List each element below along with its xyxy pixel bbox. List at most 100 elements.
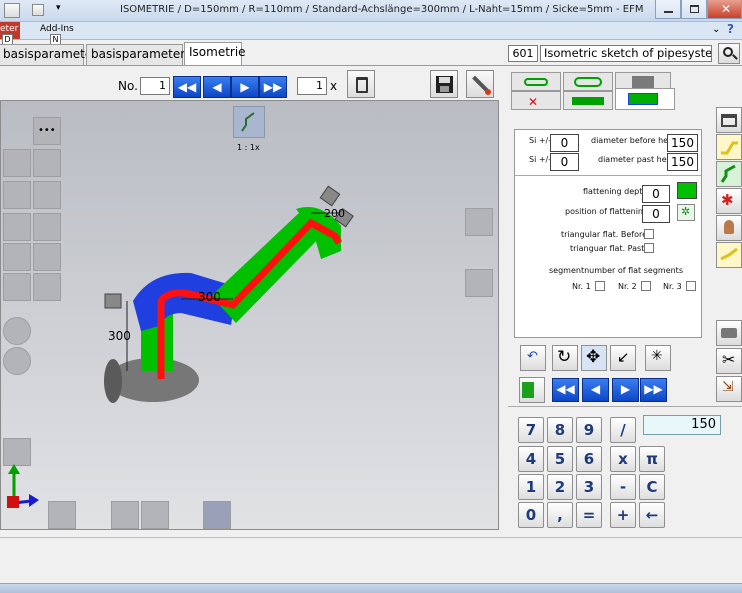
key-equals[interactable]: = [576, 502, 602, 528]
isometric-viewport[interactable]: 1 : 1x ••• 300 300 200 [0, 100, 499, 530]
tab-basisparameters-1[interactable]: basisparameters [0, 44, 103, 65]
ribbon-tab-add-ins[interactable]: Add-Ins [40, 24, 74, 34]
app-menu-icon[interactable] [4, 3, 20, 18]
key-pi[interactable]: π [639, 446, 665, 472]
key-multiply[interactable]: x [610, 446, 636, 472]
nr1-label: Nr. 1 [572, 282, 591, 291]
save-button[interactable] [430, 70, 458, 98]
rotate-button[interactable]: ↻ [552, 345, 578, 371]
panel-tab-2[interactable] [563, 72, 613, 91]
key-clear[interactable]: C [639, 474, 665, 500]
key-8[interactable]: 8 [547, 417, 573, 443]
sketch-title-field[interactable]: Isometric sketch of pipesystem [540, 45, 712, 62]
path-tool-button-3[interactable] [716, 242, 742, 268]
undo-button[interactable]: ↶ [520, 345, 546, 371]
panel-last-icon: ▶▶ [644, 382, 663, 396]
key-2[interactable]: 2 [547, 474, 573, 500]
window-title: ISOMETRIE / D=150mm / R=110mm / Standard… [120, 4, 644, 15]
flattening-depth-label: flattening depth [583, 187, 648, 196]
cut-button[interactable]: ✂ [716, 348, 742, 374]
key-backspace[interactable]: ← [639, 502, 665, 528]
panel-previous-button[interactable]: ◀ [582, 378, 609, 402]
close-button[interactable]: ✕ [707, 0, 742, 19]
position-picker-button[interactable]: ✲ [677, 204, 695, 221]
key-5[interactable]: 5 [547, 446, 573, 472]
select-tool-button[interactable] [519, 377, 545, 403]
last-button[interactable]: ▶▶ [259, 76, 287, 98]
ribbon-bar: eter Add-Ins D N ⌄ ? [0, 22, 742, 45]
key-4[interactable]: 4 [518, 446, 544, 472]
tri-before-checkbox[interactable] [644, 229, 654, 239]
path-flat-icon [720, 247, 738, 261]
panel-tab-1[interactable] [511, 72, 561, 91]
path-green-icon [720, 164, 736, 183]
previous-button[interactable]: ◀ [203, 76, 231, 98]
ribbon-tab-parameter[interactable]: eter [0, 24, 18, 34]
quick-access-dropdown-icon[interactable]: ▾ [56, 3, 61, 13]
segment-label: segmentnumber of flat segments [549, 266, 683, 275]
quick-access-icon[interactable] [32, 4, 44, 16]
panel-tab-4[interactable]: ✕ [511, 91, 561, 110]
panel-tab-5[interactable] [563, 91, 613, 110]
exit-button[interactable]: ⇲ [716, 376, 742, 402]
key-divide[interactable]: / [610, 417, 636, 443]
table-tool-button[interactable] [716, 107, 742, 133]
axis-tool-button[interactable]: ✱ [716, 188, 742, 214]
bulb-tool-button[interactable] [716, 215, 742, 241]
help-icon[interactable]: ? [727, 22, 734, 36]
nr1-checkbox[interactable] [595, 281, 605, 291]
diagonal-arrow-icon: ↙ [617, 348, 630, 366]
search-button[interactable] [718, 43, 740, 64]
diameter-before-field[interactable]: 150 [667, 134, 698, 152]
tab-basisparameters-2[interactable]: basisparameters [86, 44, 191, 65]
panel-first-button[interactable]: ◀◀ [552, 378, 579, 402]
si-field-2[interactable]: 0 [550, 153, 579, 171]
no-field[interactable]: 1 [140, 77, 170, 95]
key-3[interactable]: 3 [576, 474, 602, 500]
target-icon: ✲ [681, 205, 691, 218]
print-button[interactable] [716, 320, 742, 346]
maximize-button[interactable] [681, 0, 707, 19]
panel-last-button[interactable]: ▶▶ [640, 378, 667, 402]
key-minus[interactable]: - [610, 474, 636, 500]
si-label-1: Si +/- [529, 136, 552, 145]
si-field-1[interactable]: 0 [550, 134, 579, 152]
flattening-position-field[interactable]: 0 [642, 205, 670, 223]
flattening-depth-field[interactable]: 0 [642, 185, 670, 203]
diameter-past-field[interactable]: 150 [667, 153, 698, 171]
key-comma[interactable]: , [547, 502, 573, 528]
sketch-code-field[interactable]: 601 [508, 45, 538, 62]
tab-isometrie[interactable]: Isometrie [184, 42, 246, 65]
delete-button[interactable] [347, 70, 375, 98]
elbow-icon [574, 77, 602, 87]
count-field[interactable]: 1 [297, 77, 327, 95]
panel-next-button[interactable]: ▶ [612, 378, 639, 402]
dimension-label-2: 300 [198, 290, 221, 304]
panel-tab-flattening[interactable] [615, 88, 675, 110]
move-icon: ✥ [586, 347, 601, 367]
pipe-icon [524, 78, 548, 86]
key-1[interactable]: 1 [518, 474, 544, 500]
key-7[interactable]: 7 [518, 417, 544, 443]
key-6[interactable]: 6 [576, 446, 602, 472]
pen-tool-button[interactable] [466, 70, 494, 98]
key-0[interactable]: 0 [518, 502, 544, 528]
path-tool-button-2[interactable] [716, 161, 742, 187]
flattening-color-button[interactable] [677, 182, 697, 199]
next-button[interactable]: ▶ [231, 76, 259, 98]
nr2-checkbox[interactable] [641, 281, 651, 291]
scale-button[interactable]: ↙ [610, 345, 636, 371]
ribbon-collapse-icon[interactable]: ⌄ [712, 24, 720, 35]
length-icon [572, 97, 604, 105]
nr3-checkbox[interactable] [686, 281, 696, 291]
calculator-display[interactable]: 150 [643, 415, 721, 435]
tri-past-checkbox[interactable] [644, 243, 654, 253]
minimize-button[interactable] [655, 0, 681, 19]
first-button[interactable]: ◀◀ [173, 76, 201, 98]
move-button[interactable]: ✥ [581, 345, 607, 371]
key-9[interactable]: 9 [576, 417, 602, 443]
collapse-button[interactable]: ✳ [645, 345, 671, 371]
path-tool-button-1[interactable] [716, 134, 742, 160]
key-plus[interactable]: + [610, 502, 636, 528]
parameter-panel: Si +/- 0 diameter before here 150 Si +/-… [514, 129, 702, 338]
